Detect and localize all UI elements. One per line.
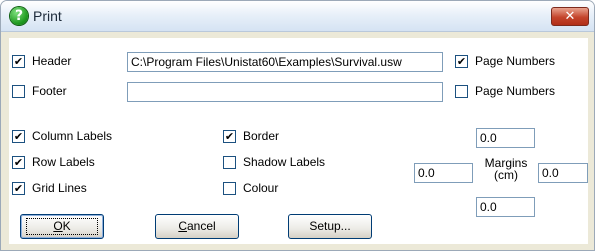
print-dialog: ? Print ✕ ✔ Header C:\Program Files\Unis…: [0, 0, 595, 251]
setup-button[interactable]: Setup...: [288, 214, 372, 239]
row-labels-label: Row Labels: [32, 155, 95, 169]
header-page-numbers-label: Page Numbers: [475, 54, 556, 68]
cancel-mnemonic: C: [178, 219, 187, 233]
checkmark-icon: ✔: [13, 156, 24, 169]
column-labels-checkbox[interactable]: ✔: [12, 130, 25, 143]
margins-label-line2: (cm): [494, 168, 518, 182]
footer-page-numbers-checkbox[interactable]: [455, 85, 468, 98]
grid-lines-checkbox[interactable]: ✔: [12, 182, 25, 195]
footer-page-numbers-label: Page Numbers: [475, 84, 556, 98]
ok-focus-rect: OK: [26, 218, 98, 235]
colour-label: Colour: [243, 181, 279, 195]
footer-text-field[interactable]: [127, 82, 443, 102]
help-icon: ?: [10, 7, 28, 25]
header-label: Header: [32, 54, 72, 68]
margin-right-field[interactable]: 0.0: [538, 163, 588, 183]
grid-lines-label: Grid Lines: [32, 181, 87, 195]
setup-label: Setup...: [309, 219, 351, 233]
colour-checkbox[interactable]: [223, 182, 236, 195]
row-labels-checkbox[interactable]: ✔: [12, 156, 25, 169]
header-text-field[interactable]: C:\Program Files\Unistat60\Examples\Surv…: [127, 52, 443, 72]
checkmark-icon: ✔: [13, 55, 24, 68]
title-bar[interactable]: ? Print ✕: [1, 1, 594, 32]
header-page-numbers-checkbox[interactable]: ✔: [455, 55, 468, 68]
close-icon: ✕: [564, 9, 576, 24]
border-label: Border: [243, 129, 280, 143]
column-labels-label: Column Labels: [32, 129, 113, 143]
ok-label-rest: K: [62, 219, 71, 233]
margin-left-field[interactable]: 0.0: [414, 163, 473, 183]
close-button[interactable]: ✕: [551, 7, 589, 26]
header-checkbox[interactable]: ✔: [12, 55, 25, 68]
checkmark-icon: ✔: [13, 182, 24, 195]
footer-label: Footer: [32, 84, 67, 98]
margins-label: Margins (cm): [475, 157, 537, 181]
checkmark-icon: ✔: [13, 130, 24, 143]
ok-button[interactable]: OK: [20, 214, 104, 239]
cancel-label-rest: ancel: [186, 219, 216, 233]
shadow-labels-label: Shadow Labels: [243, 155, 326, 169]
checkmark-icon: ✔: [224, 130, 235, 143]
margin-bottom-field[interactable]: 0.0: [476, 197, 535, 217]
cancel-button[interactable]: Cancel: [155, 214, 239, 239]
checkmark-icon: ✔: [456, 55, 467, 68]
shadow-labels-checkbox[interactable]: [223, 156, 236, 169]
footer-checkbox[interactable]: [12, 85, 25, 98]
ok-mnemonic: O: [53, 219, 63, 233]
dialog-body: ✔ Header C:\Program Files\Unistat60\Exam…: [9, 38, 588, 244]
window-title: Print: [33, 8, 62, 24]
margin-top-field[interactable]: 0.0: [476, 128, 535, 148]
border-checkbox[interactable]: ✔: [223, 130, 236, 143]
